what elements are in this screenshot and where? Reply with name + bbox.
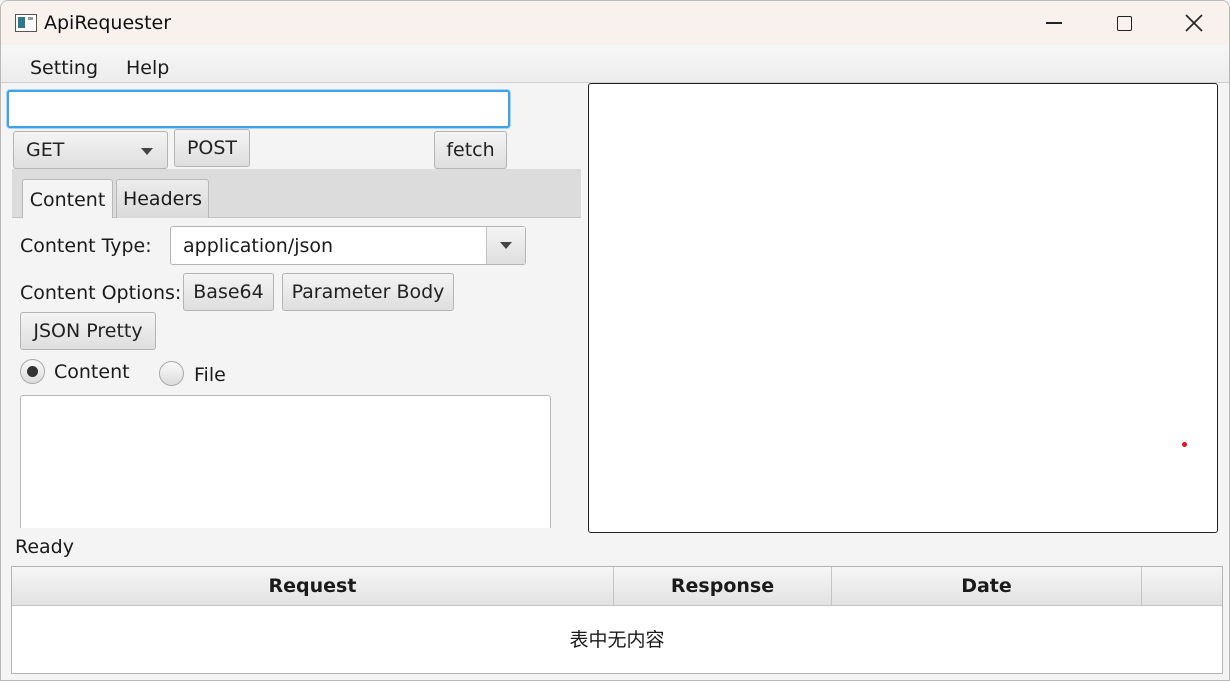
column-header-date[interactable]: Date — [832, 567, 1142, 605]
base64-button[interactable]: Base64 — [183, 273, 274, 311]
close-button[interactable] — [1159, 1, 1229, 45]
tab-content[interactable]: Content — [22, 179, 113, 219]
table-empty-placeholder: 表中无内容 — [569, 629, 665, 651]
radio-content-label[interactable]: Content — [54, 361, 130, 383]
app-icon — [15, 14, 37, 32]
marker-dot — [1182, 442, 1187, 447]
table-header: Request Response Date — [12, 567, 1222, 606]
history-table[interactable]: Request Response Date 表中无内容 — [11, 566, 1223, 674]
radio-content[interactable] — [20, 359, 45, 384]
window-title: ApiRequester — [44, 12, 172, 34]
minimize-button[interactable] — [1019, 1, 1089, 45]
app-window: ApiRequester Setting Help GET POST fetch… — [0, 0, 1230, 681]
content-options-label: Content Options: — [20, 282, 182, 304]
maximize-button[interactable] — [1089, 1, 1159, 45]
content-type-select[interactable]: application/json — [170, 226, 526, 265]
fetch-button[interactable]: fetch — [434, 131, 507, 169]
tab-headers[interactable]: Headers — [116, 179, 209, 218]
radio-file-label[interactable]: File — [194, 364, 226, 386]
post-button[interactable]: POST — [174, 129, 250, 167]
radio-file[interactable] — [159, 361, 184, 386]
minimize-icon — [1046, 22, 1062, 24]
menu-bar: Setting Help — [1, 45, 1229, 83]
column-header-request[interactable]: Request — [12, 567, 614, 605]
status-label: Ready — [15, 536, 74, 558]
radio-selected-dot — [27, 366, 38, 377]
menu-help[interactable]: Help — [126, 57, 169, 79]
response-panel[interactable] — [588, 83, 1218, 533]
method-select[interactable]: GET — [13, 131, 168, 169]
column-header-filler — [1142, 567, 1222, 605]
tab-header: Content Headers — [12, 169, 581, 219]
request-body-textarea[interactable] — [20, 395, 551, 528]
content-type-value: application/json — [183, 235, 334, 257]
maximize-icon — [1116, 15, 1132, 31]
url-input[interactable] — [7, 90, 510, 128]
method-select-value: GET — [26, 139, 65, 161]
content-type-label: Content Type: — [20, 235, 152, 257]
menu-setting[interactable]: Setting — [30, 57, 98, 79]
column-header-response[interactable]: Response — [614, 567, 832, 605]
title-bar[interactable]: ApiRequester — [1, 1, 1229, 45]
chevron-down-icon — [500, 242, 512, 249]
content-type-dropdown-button[interactable] — [486, 227, 525, 264]
json-pretty-button[interactable]: JSON Pretty — [20, 312, 156, 350]
chevron-down-icon — [141, 148, 153, 155]
parameter-body-button[interactable]: Parameter Body — [282, 273, 454, 311]
close-icon — [1185, 14, 1203, 32]
